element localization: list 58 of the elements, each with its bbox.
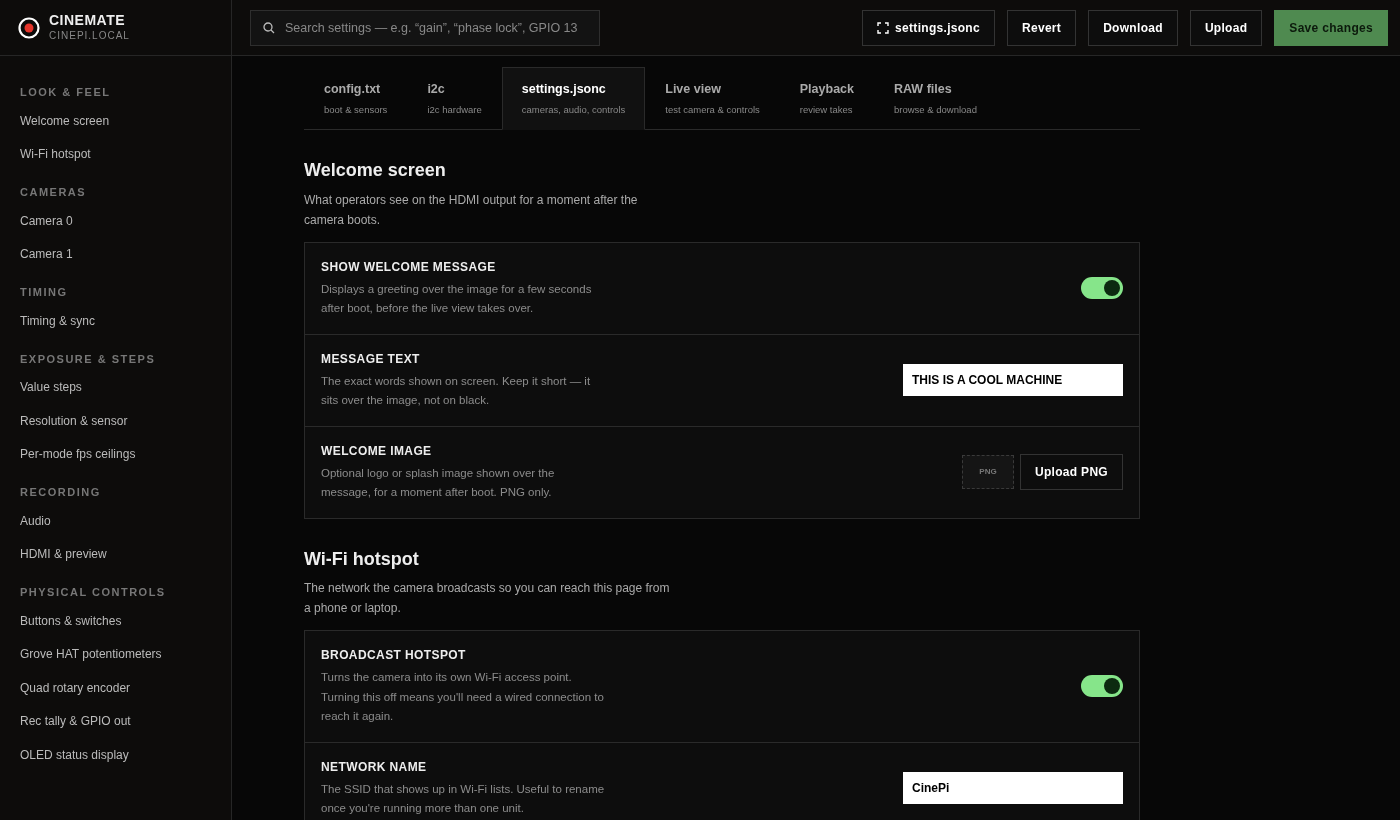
setting-description: The exact words shown on screen. Keep it short — it sits over the image, not on black. xyxy=(321,373,592,409)
sidebar-item[interactable]: OLED status display xyxy=(20,746,211,763)
section-description: The network the camera broadcasts so you can reach this page from a phone or laptop. xyxy=(304,580,671,618)
section-title: Welcome screen xyxy=(304,160,447,182)
setting-label: BROADCAST HOTSPOT xyxy=(321,647,467,665)
tab[interactable]: Live view test camera & controls xyxy=(645,67,780,130)
sidebar-item[interactable]: Per-mode fps ceilings xyxy=(20,446,211,462)
setting-label: SHOW WELCOME MESSAGE xyxy=(321,258,497,276)
sidebar-item[interactable]: Quad rotary encoder xyxy=(20,679,211,696)
setting-description: The SSID that shows up in Wi-Fi lists. Useful to rename once you're running more than one unit. xyxy=(321,781,606,817)
file-button[interactable]: settings.jsonc xyxy=(862,9,995,46)
sidebar-item[interactable]: Grove HAT potentiometers xyxy=(20,646,211,662)
toggle-switch[interactable] xyxy=(1081,675,1123,698)
sidebar-item[interactable]: Value steps xyxy=(20,379,211,395)
sidebar-item[interactable]: Wi-Fi hotspot xyxy=(20,146,211,162)
tab[interactable]: i2c i2c hardware xyxy=(407,67,502,130)
sidebar-heading: PHYSICAL CONTROLS xyxy=(20,585,167,600)
sidebar-heading: LOOK & FEEL xyxy=(20,85,112,100)
frame-icon xyxy=(877,21,890,34)
setting-label: WELCOME IMAGE xyxy=(321,442,433,460)
sidebar-item[interactable]: Camera 0 xyxy=(20,212,211,229)
sidebar-heading: CAMERAS xyxy=(20,185,88,200)
upload-button[interactable]: Upload PNG xyxy=(1020,454,1123,491)
sidebar-heading: TIMING xyxy=(20,285,69,300)
search-icon xyxy=(263,21,275,34)
section-title: Wi-Fi hotspot xyxy=(304,548,420,571)
search-field[interactable]: Search settings — e.g. “gain”, “phase lock”, GPIO 13 xyxy=(250,9,600,46)
sidebar-item[interactable]: Timing & sync xyxy=(20,312,211,329)
tab[interactable]: config.txt boot & sensors xyxy=(304,67,408,130)
app-title: CINEMATE xyxy=(49,12,127,28)
sidebar-heading: RECORDING xyxy=(20,485,102,500)
toolbar-button[interactable]: Upload xyxy=(1189,9,1263,46)
toolbar-button[interactable]: Download xyxy=(1088,9,1178,46)
setting-description: Optional logo or splash image shown over the message, for a moment after boot. PNG only. xyxy=(321,465,556,501)
toggle-switch[interactable] xyxy=(1081,277,1123,300)
sidebar-item[interactable]: HDMI & preview xyxy=(20,546,211,562)
setting-label: MESSAGE TEXT xyxy=(321,350,421,368)
save-button[interactable]: Save changes xyxy=(1274,9,1388,46)
sidebar-item[interactable]: Audio xyxy=(20,512,211,529)
tab[interactable]: settings.jsonc cameras, audio, controls xyxy=(501,67,646,130)
text-field[interactable]: THIS IS A COOL MACHINE xyxy=(903,364,1123,397)
host-name: CINEPI.LOCAL xyxy=(49,29,130,43)
sidebar-item[interactable]: Resolution & sensor xyxy=(20,412,211,429)
sidebar-item[interactable]: Buttons & switches xyxy=(20,612,211,629)
sidebar-item[interactable]: Welcome screen xyxy=(20,112,211,129)
sidebar-heading: EXPOSURE & STEPS xyxy=(20,351,157,367)
tab[interactable]: RAW files browse & download xyxy=(874,67,997,130)
text-field[interactable]: CinePi xyxy=(903,772,1123,805)
setting-label: NETWORK NAME xyxy=(321,758,428,776)
sidebar-item[interactable]: Camera 1 xyxy=(20,246,211,262)
tab[interactable]: Playback review takes xyxy=(779,67,874,130)
setting-description: Turns the camera into its own Wi-Fi access point. Turning this off means you'll need a wired connection to reach it again. xyxy=(321,670,605,725)
section-description: What operators see on the HDMI output for a moment after the camera boots. xyxy=(304,191,639,229)
sidebar-item[interactable]: Rec tally & GPIO out xyxy=(20,713,211,729)
record-logo-icon xyxy=(18,16,40,39)
image-preview: PNG xyxy=(962,455,1014,490)
toolbar-button[interactable]: Revert xyxy=(1007,9,1077,46)
setting-description: Displays a greeting over the image for a few seconds after boot, before the live view takes over. xyxy=(321,281,593,317)
